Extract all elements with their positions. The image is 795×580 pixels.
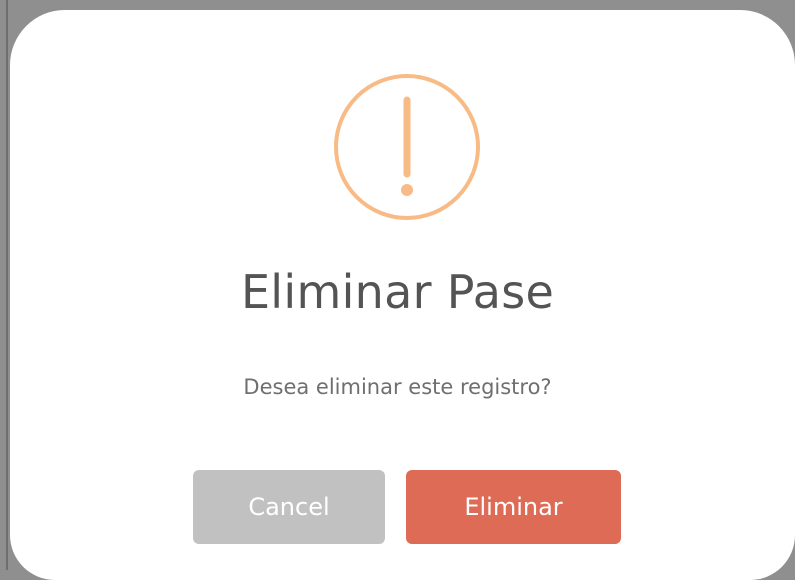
dialog-message: Desea eliminar este registro?: [243, 375, 552, 399]
confirm-delete-button[interactable]: Eliminar: [406, 470, 621, 544]
cancel-button[interactable]: Cancel: [193, 470, 385, 544]
dialog-title: Eliminar Pase: [240, 265, 555, 319]
warning-exclamation-icon: [332, 72, 482, 222]
